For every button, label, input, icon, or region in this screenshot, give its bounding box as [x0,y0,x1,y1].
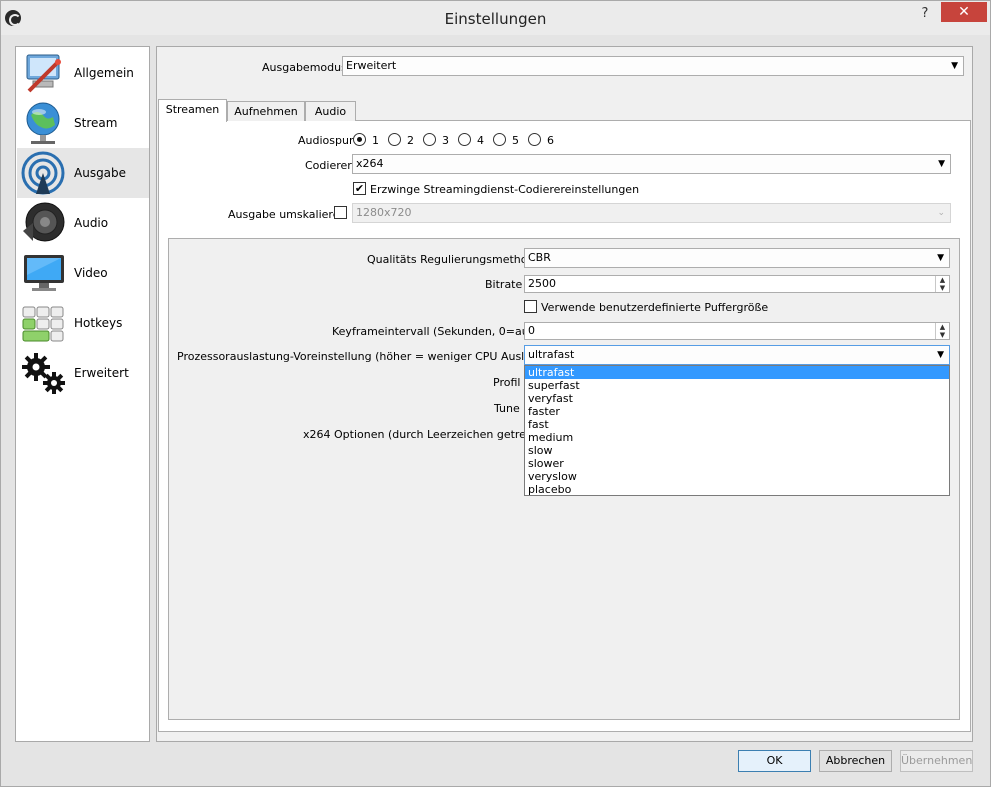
chevron-down-icon: ▼ [937,350,944,360]
apply-button[interactable]: Übernehmen [900,750,973,772]
output-mode-label: Ausgabemodus [262,61,347,74]
sidebar-item-hotkeys[interactable]: Hotkeys [17,298,149,348]
gears-icon [22,353,65,394]
keyframe-interval-spinbox[interactable]: 0 ▲ ▼ [524,322,950,340]
audio-track-radio-5[interactable] [493,133,506,146]
x264-options-label: x264 Optionen (durch Leerzeichen getrenn… [303,428,549,441]
tab-aufnehmen[interactable]: Aufnehmen [227,101,305,121]
dropdown-option[interactable]: faster [525,405,949,418]
spin-up-icon[interactable]: ▲ [936,323,949,331]
rescale-output-label: Ausgabe umskalieren [228,208,347,221]
rate-control-label: Qualitäts Regulierungsmethode [367,253,542,266]
rescale-resolution-value: 1280x720 [356,206,412,219]
profile-label: Profil [493,376,521,389]
enforce-encoder-settings-checkbox[interactable]: ✔ [353,182,366,195]
dropdown-option[interactable]: placebo [525,483,949,496]
ok-button[interactable]: OK [738,750,811,772]
bitrate-value: 2500 [528,277,556,290]
encoder-select[interactable]: x264 ▼ [352,154,951,174]
tune-label: Tune [494,402,520,415]
output-mode-select[interactable]: Erweitert ▼ [342,56,964,76]
bitrate-spinbox[interactable]: 2500 ▲ ▼ [524,275,950,293]
dropdown-option[interactable]: fast [525,418,949,431]
sidebar-item-erweitert[interactable]: Erweitert [17,348,149,398]
rescale-resolution-select: 1280x720 ⌄ [352,203,951,223]
sidebar-item-label: Allgemein [74,66,134,80]
dropdown-option[interactable]: veryslow [525,470,949,483]
general-icon [26,54,61,93]
audio-track-label: Audiospur [298,134,354,147]
sidebar-item-allgemein[interactable]: Allgemein [17,48,149,98]
dropdown-option[interactable]: slow [525,444,949,457]
settings-sidebar: Allgemein Stream Ausgabe Audio Video Hot… [15,46,150,742]
chevron-down-icon: ▼ [951,61,958,71]
speaker-icon [23,202,65,242]
chevron-down-icon: ⌄ [937,208,945,218]
enforce-encoder-settings-label: Erzwinge Streamingdienst-Codierereinstel… [370,183,640,196]
broadcast-icon [21,151,65,195]
title-bar[interactable]: Einstellungen ? ✕ [1,1,990,35]
close-button[interactable]: ✕ [941,2,987,22]
dropdown-option[interactable]: veryfast [525,392,949,405]
audio-track-option-label: 4 [477,134,484,147]
spin-up-icon[interactable]: ▲ [936,276,949,284]
encoder-value: x264 [356,157,384,170]
sidebar-item-video[interactable]: Video [17,248,149,298]
custom-buffer-checkbox[interactable] [524,300,537,313]
spin-buttons[interactable]: ▲ ▼ [935,323,949,339]
sidebar-item-label: Ausgabe [74,166,127,180]
dropdown-option[interactable]: superfast [525,379,949,392]
sidebar-item-label: Stream [74,116,118,130]
sidebar-item-label: Erweitert [74,366,129,380]
dropdown-option[interactable]: medium [525,431,949,444]
globe-icon [26,102,60,144]
chevron-down-icon: ▼ [937,253,944,263]
audio-track-option-label: 2 [407,134,414,147]
sidebar-item-label: Audio [74,216,109,230]
spin-buttons[interactable]: ▲ ▼ [935,276,949,292]
audio-track-radio-6[interactable] [528,133,541,146]
rate-control-value: CBR [528,251,551,264]
monitor-icon [24,255,64,291]
audio-track-radio-4[interactable] [458,133,471,146]
tab-streamen[interactable]: Streamen [158,99,227,122]
dropdown-option[interactable]: slower [525,457,949,470]
encoder-label: Codierer [305,159,352,172]
settings-window: Einstellungen ? ✕ Allgemein Stream Ausga… [0,0,991,787]
keyframe-interval-value: 0 [528,324,535,337]
sidebar-item-label: Hotkeys [74,316,123,330]
output-mode-value: Erweitert [346,59,397,72]
cpu-preset-select[interactable]: ultrafast ▼ [524,345,950,365]
sidebar-item-stream[interactable]: Stream [17,98,149,148]
audio-track-radio-2[interactable] [388,133,401,146]
cpu-preset-dropdown-list[interactable]: ultrafast superfast veryfast faster fast… [524,365,950,496]
bitrate-label: Bitrate [485,278,523,291]
cpu-preset-label: Prozessorauslastung-Voreinstellung (höhe… [177,350,567,363]
audio-track-option-label: 1 [372,134,379,147]
sidebar-item-label: Video [74,266,108,280]
dropdown-option[interactable]: ultrafast [525,366,949,379]
cpu-preset-value: ultrafast [528,348,575,361]
audio-track-radio-3[interactable] [423,133,436,146]
chevron-down-icon: ▼ [938,159,945,169]
rescale-output-checkbox[interactable] [334,206,347,219]
tab-audio[interactable]: Audio [305,101,356,121]
spin-down-icon[interactable]: ▼ [936,284,949,292]
rate-control-select[interactable]: CBR ▼ [524,248,950,268]
keyboard-icon [22,306,64,342]
audio-track-option-label: 5 [512,134,519,147]
sidebar-item-ausgabe[interactable]: Ausgabe [17,148,149,198]
cancel-button[interactable]: Abbrechen [819,750,892,772]
custom-buffer-label: Verwende benutzerdefinierte Puffergröße [541,301,769,314]
audio-track-option-label: 6 [547,134,554,147]
window-title: Einstellungen [444,10,547,28]
help-button[interactable]: ? [913,6,937,26]
spin-down-icon[interactable]: ▼ [936,331,949,339]
audio-track-radio-1[interactable] [353,133,366,146]
keyframe-interval-label: Keyframeintervall (Sekunden, 0=auto) [332,325,545,338]
sidebar-item-audio[interactable]: Audio [17,198,149,248]
audio-track-option-label: 3 [442,134,449,147]
